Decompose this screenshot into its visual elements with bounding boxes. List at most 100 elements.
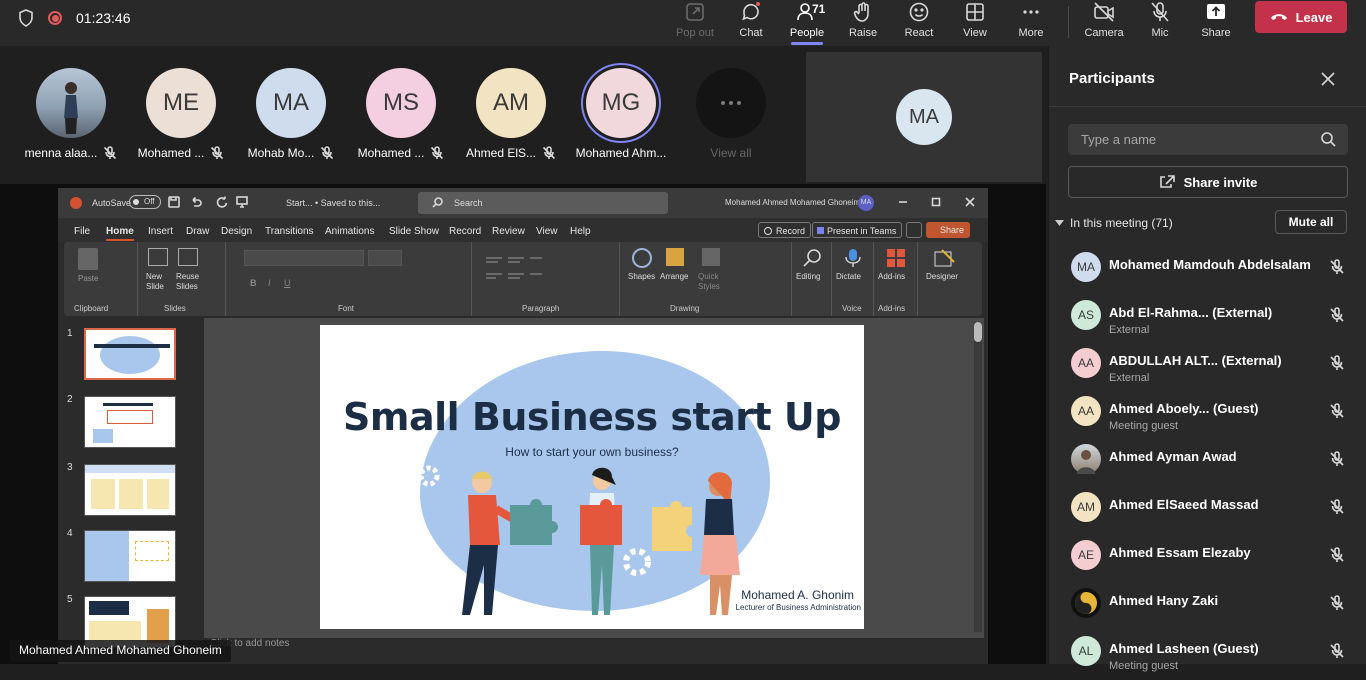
participant-row[interactable]: AA Ahmed Aboely... (Guest) Meeting guest (1069, 396, 1359, 440)
font-family-select[interactable] (244, 250, 364, 266)
notes-placeholder[interactable]: Click to add notes (204, 638, 984, 652)
italic-icon[interactable]: I (268, 278, 271, 288)
slide-thumbnail[interactable] (84, 328, 176, 380)
slide-thumbnail[interactable] (84, 396, 176, 448)
participant-row[interactable]: AA ABDULLAH ALT... (External) External (1069, 348, 1359, 392)
quick-styles-icon[interactable] (702, 248, 720, 266)
participant-tile[interactable]: AM Ahmed ElS... (456, 68, 566, 160)
find-icon[interactable] (802, 248, 822, 268)
share-invite-button[interactable]: Share invite (1068, 166, 1348, 198)
view-button[interactable]: View (947, 0, 1003, 46)
in-meeting-section-toggle[interactable]: In this meeting (71) (1055, 216, 1173, 230)
undo-icon[interactable] (190, 196, 202, 208)
mic-button[interactable]: Mic (1132, 0, 1188, 46)
close-icon[interactable] (1319, 70, 1337, 88)
participant-search-input[interactable]: Type a name (1068, 124, 1348, 155)
tab-slide-show[interactable]: Slide Show (389, 226, 439, 237)
tab-home[interactable]: Home (106, 226, 134, 241)
mic-off-icon[interactable] (1329, 355, 1345, 371)
font-size-select[interactable] (368, 250, 402, 266)
participant-row[interactable]: Ahmed Hany Zaki (1069, 588, 1359, 632)
paste-icon[interactable] (78, 248, 98, 270)
current-slide[interactable]: Small Business start Up How to start you… (320, 325, 864, 629)
tab-transitions[interactable]: Transitions (265, 226, 314, 237)
bold-icon[interactable]: B (250, 278, 257, 288)
redo-icon[interactable] (216, 196, 228, 208)
participant-tile-speaking[interactable]: MG Mohamed Ahm... (566, 68, 676, 160)
participant-name-row: menna alaa... (16, 146, 126, 160)
participant-row[interactable]: Ahmed Ayman Awad (1069, 444, 1359, 488)
video-tile[interactable]: MA (806, 52, 1042, 182)
slide-thumbnail[interactable] (84, 530, 176, 582)
ppt-share-button[interactable]: Share (926, 222, 971, 238)
shapes-icon[interactable] (632, 248, 652, 268)
minimize-icon[interactable] (898, 197, 908, 207)
mic-off-icon[interactable] (1329, 259, 1345, 275)
participant-tile[interactable]: MA Mohab Mo... (236, 68, 346, 160)
mic-off-icon[interactable] (1329, 451, 1345, 467)
vertical-scrollbar[interactable] (974, 322, 982, 632)
autosave-toggle[interactable]: Off (129, 195, 161, 209)
avatar (36, 68, 106, 138)
mic-off-icon[interactable] (1329, 547, 1345, 563)
share-button[interactable]: Share (1188, 0, 1244, 46)
participant-row[interactable]: AS Abd El-Rahma... (External) External (1069, 300, 1359, 344)
mic-off-icon[interactable] (1329, 307, 1345, 323)
participant-tile[interactable]: MS Mohamed ... (346, 68, 456, 160)
participant-row[interactable]: AM Ahmed ElSaeed Massad (1069, 492, 1359, 536)
more-button[interactable]: More (1003, 0, 1059, 46)
new-slide-icon[interactable] (148, 248, 168, 266)
participant-row[interactable]: MA Mohamed Mamdouh Abdelsalam (1069, 252, 1359, 296)
align-icon[interactable] (484, 254, 544, 294)
reuse-slides-icon[interactable] (178, 248, 198, 266)
tab-design[interactable]: Design (221, 226, 252, 237)
save-icon[interactable] (168, 196, 180, 208)
underline-icon[interactable]: U (284, 278, 291, 288)
ppt-user-name: Mohamed Ahmed Mohamed Ghoneim (725, 198, 861, 207)
designer-icon[interactable] (934, 248, 956, 268)
present-icon[interactable] (236, 196, 248, 208)
chat-button[interactable]: Chat (723, 0, 779, 46)
tab-animations[interactable]: Animations (325, 226, 374, 237)
participant-row[interactable]: AE Ahmed Essam Elezaby (1069, 540, 1359, 584)
mic-off-icon[interactable] (1329, 643, 1345, 659)
mute-all-button[interactable]: Mute all (1275, 210, 1347, 234)
participant-tile[interactable]: ME Mohamed ... (126, 68, 236, 160)
tab-file[interactable]: File (74, 226, 90, 237)
tab-record[interactable]: Record (449, 226, 481, 237)
arrange-icon[interactable] (666, 248, 684, 266)
raise-hand-button[interactable]: Raise (835, 0, 891, 46)
dictate-icon[interactable] (844, 248, 862, 268)
maximize-icon[interactable] (931, 197, 941, 207)
mic-off-icon[interactable] (1329, 403, 1345, 419)
camera-label: Camera (1084, 27, 1124, 39)
tab-help[interactable]: Help (570, 226, 591, 237)
search-icon (432, 197, 443, 208)
camera-button[interactable]: Camera (1076, 0, 1132, 46)
popout-button[interactable]: Pop out (667, 0, 723, 46)
mic-off-icon[interactable] (1329, 499, 1345, 515)
mic-off-icon[interactable] (1329, 595, 1345, 611)
camera-off-icon (1094, 2, 1114, 22)
present-in-teams-button[interactable]: Present in Teams (812, 222, 903, 238)
people-button[interactable]: 71 People (779, 0, 835, 46)
close-icon[interactable] (965, 197, 975, 207)
view-all-tile[interactable]: View all (676, 68, 786, 160)
react-button[interactable]: React (891, 0, 947, 46)
doc-title[interactable]: Start... • Saved to this... (286, 198, 380, 208)
tab-review[interactable]: Review (492, 226, 525, 237)
comments-icon[interactable] (906, 222, 922, 238)
record-button[interactable]: Record (758, 222, 812, 238)
tab-view[interactable]: View (536, 226, 558, 237)
leave-button[interactable]: Leave (1255, 1, 1347, 33)
chat-label: Chat (739, 27, 763, 39)
participant-tile[interactable]: menna alaa... (16, 68, 126, 160)
tab-insert[interactable]: Insert (148, 226, 173, 237)
slide-thumbnail[interactable] (84, 464, 176, 516)
ppt-search-box[interactable]: Search (418, 192, 668, 214)
addins-icon[interactable] (886, 248, 906, 268)
tab-draw[interactable]: Draw (186, 226, 209, 237)
ppt-search-placeholder: Search (454, 198, 483, 208)
participant-row[interactable]: AL Ahmed Lasheen (Guest) Meeting guest (1069, 636, 1359, 680)
ppt-user-avatar[interactable]: MA (858, 195, 874, 211)
